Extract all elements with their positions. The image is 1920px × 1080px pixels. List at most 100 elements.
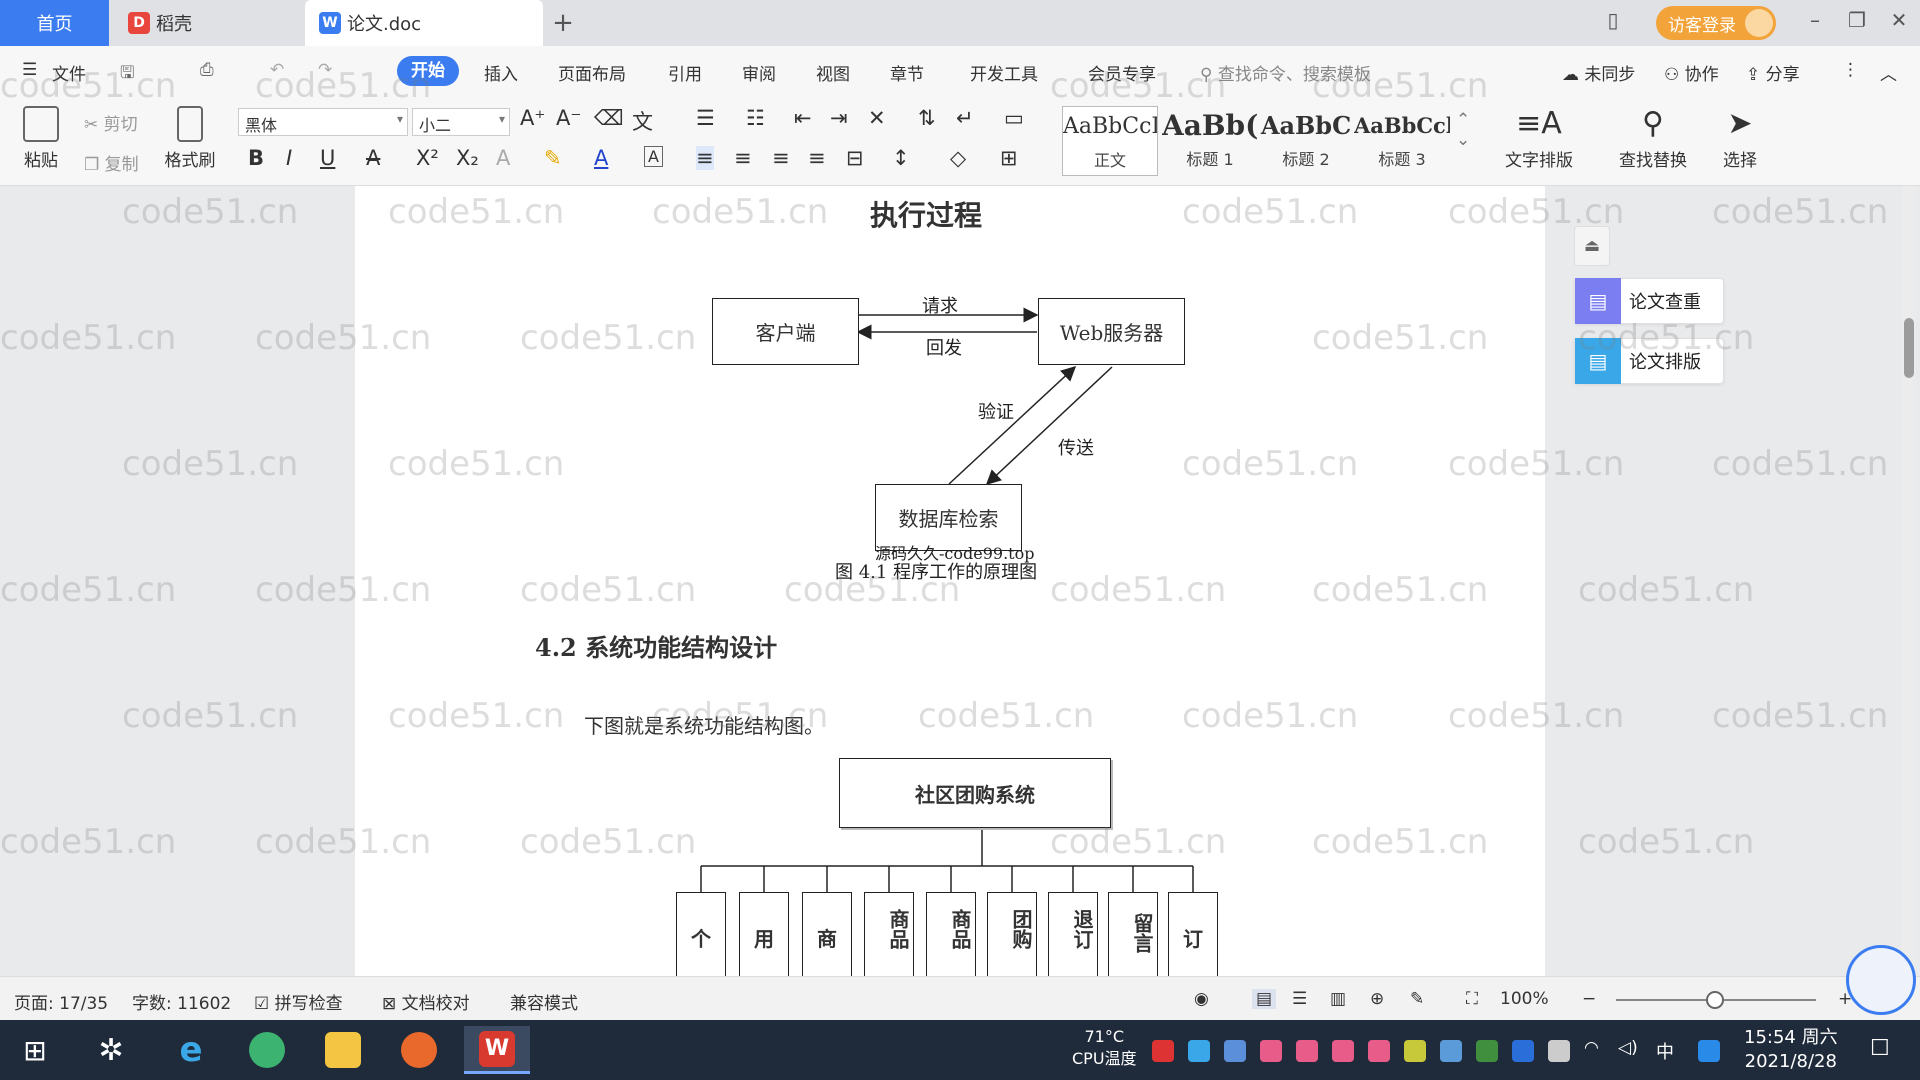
eye-protect-icon[interactable]: ◉: [1194, 989, 1209, 1009]
close-icon[interactable]: ✕: [1884, 8, 1914, 32]
align-left-icon[interactable]: ≡: [696, 146, 714, 170]
notification-icon[interactable]: ☐: [1870, 1036, 1890, 1061]
borders-icon[interactable]: ⊞: [1000, 146, 1018, 170]
tab-document[interactable]: W 论文.doc: [305, 0, 543, 46]
tray-icon[interactable]: [1368, 1040, 1390, 1062]
tray-icon[interactable]: [1440, 1040, 1462, 1062]
add-tab-button[interactable]: +: [548, 0, 578, 46]
tab-docer[interactable]: D 稻壳: [112, 0, 302, 46]
taskbar-app-game[interactable]: [392, 1026, 446, 1074]
fit-page-icon[interactable]: ⛶: [1466, 989, 1478, 1009]
page-view-icon[interactable]: ▤: [1252, 989, 1277, 1009]
assistant-avatar-icon[interactable]: [1846, 945, 1916, 1015]
collab-button[interactable]: ⚇ 协作: [1664, 60, 1719, 85]
page-indicator[interactable]: 页面: 17/35: [14, 989, 108, 1014]
tray-icon[interactable]: [1188, 1040, 1210, 1062]
style-normal[interactable]: AaBbCcI 正文: [1062, 106, 1158, 176]
tab-home[interactable]: 首页: [0, 0, 109, 46]
redo-icon[interactable]: ↷: [318, 60, 332, 80]
copy-button[interactable]: ❐ 复制: [84, 150, 139, 175]
font-size-select[interactable]: 小二: [412, 108, 510, 136]
strikethrough-icon[interactable]: A: [366, 146, 380, 170]
tray-icon[interactable]: [1152, 1040, 1174, 1062]
superscript-icon[interactable]: X²: [416, 146, 439, 170]
menu-dev-tools[interactable]: 开发工具: [970, 60, 1038, 85]
scrollbar-thumb[interactable]: [1904, 318, 1914, 378]
tray-icon[interactable]: [1260, 1040, 1282, 1062]
line-spacing-icon[interactable]: ↕: [892, 146, 910, 170]
qq-icon[interactable]: [1698, 1040, 1720, 1062]
zoom-out-icon[interactable]: −: [1582, 989, 1596, 1009]
share-button[interactable]: ⇪ 分享: [1746, 60, 1800, 85]
ime-indicator[interactable]: 中: [1656, 1038, 1674, 1064]
hamburger-icon[interactable]: ☰: [22, 60, 37, 80]
taskbar-app-wps[interactable]: W: [464, 1026, 530, 1074]
save-icon[interactable]: 🖫: [120, 60, 134, 89]
undo-icon[interactable]: ↶: [270, 60, 284, 80]
paper-check-button[interactable]: ▤ 论文查重: [1574, 278, 1724, 324]
bluetooth-icon[interactable]: [1512, 1040, 1534, 1062]
doc-proof-button[interactable]: ⊠ 文档校对: [382, 989, 470, 1014]
shading-icon[interactable]: ◇: [950, 146, 966, 170]
char-border-icon[interactable]: A: [644, 146, 663, 167]
select-button[interactable]: ➤ 选择: [1710, 106, 1770, 171]
tray-icon[interactable]: [1296, 1040, 1318, 1062]
sort-icon[interactable]: ⇅: [918, 106, 936, 130]
text-layout-button[interactable]: ≡A 文字排版: [1494, 106, 1584, 171]
taskbar-app-browser[interactable]: [240, 1026, 294, 1074]
word-count[interactable]: 字数: 11602: [132, 989, 231, 1014]
cut-button[interactable]: ✂ 剪切: [84, 110, 138, 135]
grow-font-icon[interactable]: A⁺: [520, 106, 545, 130]
pen-icon[interactable]: ✎: [1410, 989, 1424, 1009]
bullet-list-icon[interactable]: ☰: [696, 106, 715, 130]
taskbar-app-pinwheel[interactable]: ✲: [84, 1026, 138, 1074]
menu-references[interactable]: 引用: [668, 60, 702, 85]
highlight-icon[interactable]: ✎: [544, 146, 562, 170]
paragraph-mark-icon[interactable]: ↵: [956, 106, 974, 130]
menu-review[interactable]: 审阅: [742, 60, 776, 85]
collapse-ribbon-icon[interactable]: ︿: [1880, 60, 1897, 85]
menu-page-layout[interactable]: 页面布局: [558, 60, 626, 85]
command-search[interactable]: ⚲ 查找命令、搜索模板: [1200, 60, 1371, 85]
menu-file[interactable]: 文件: [52, 60, 86, 85]
taskbar-app-ie[interactable]: e: [164, 1026, 218, 1074]
cpu-temperature[interactable]: 71°C CPU温度: [1072, 1026, 1137, 1070]
menu-view[interactable]: 视图: [816, 60, 850, 85]
font-family-select[interactable]: 黑体: [238, 108, 408, 136]
spell-check-button[interactable]: ☑ 拼写检查: [254, 989, 343, 1014]
chinese-layout-icon[interactable]: ✕: [868, 106, 886, 130]
volume-icon[interactable]: ◁): [1618, 1038, 1638, 1058]
restore-icon[interactable]: ❐: [1842, 8, 1872, 32]
menu-insert[interactable]: 插入: [484, 60, 518, 85]
vertical-scrollbar[interactable]: [1902, 186, 1916, 976]
style-heading-3[interactable]: AaBbCcl 标题 3: [1354, 106, 1450, 176]
align-right-icon[interactable]: ≡: [772, 146, 790, 170]
clock[interactable]: 15:54 周六 2021/8/28: [1744, 1026, 1838, 1074]
underline-icon[interactable]: U: [320, 146, 335, 170]
paste-button[interactable]: 粘贴: [16, 106, 66, 171]
style-heading-2[interactable]: AaBbC 标题 2: [1258, 106, 1354, 176]
find-replace-button[interactable]: ⚲ 查找替换: [1608, 106, 1698, 171]
print-icon[interactable]: ⎙: [200, 60, 214, 80]
italic-icon[interactable]: I: [286, 146, 292, 170]
menu-member[interactable]: 会员专享: [1088, 60, 1156, 85]
subscript-icon[interactable]: X₂: [456, 146, 479, 170]
more-icon[interactable]: ⋮: [1842, 60, 1859, 80]
start-button[interactable]: ⊞: [8, 1026, 62, 1074]
nvidia-icon[interactable]: [1476, 1040, 1498, 1062]
layout-icon[interactable]: ▯: [1598, 8, 1628, 32]
font-color-icon[interactable]: A: [594, 146, 608, 170]
justify-icon[interactable]: ≡: [808, 146, 826, 170]
minimize-icon[interactable]: –: [1800, 8, 1830, 32]
guest-login-button[interactable]: 访客登录: [1656, 6, 1776, 40]
styles-scroll-icon[interactable]: ⌃ ⌄: [1456, 110, 1470, 150]
style-heading-1[interactable]: AaBb( 标题 1: [1162, 106, 1258, 176]
outline-view-icon[interactable]: ☰: [1292, 989, 1307, 1009]
sync-status[interactable]: ☁ 未同步: [1562, 60, 1635, 85]
menu-chapter[interactable]: 章节: [890, 60, 924, 85]
zoom-level[interactable]: 100%: [1500, 989, 1549, 1009]
reading-view-icon[interactable]: ▥: [1330, 989, 1346, 1009]
taskbar-app-explorer[interactable]: [316, 1026, 370, 1074]
document-page[interactable]: 执行过程 客户端 Web服务器 数据库检索 请求 回发 验证 传送 源码久久-c…: [355, 186, 1545, 976]
shrink-font-icon[interactable]: A⁻: [556, 106, 581, 130]
